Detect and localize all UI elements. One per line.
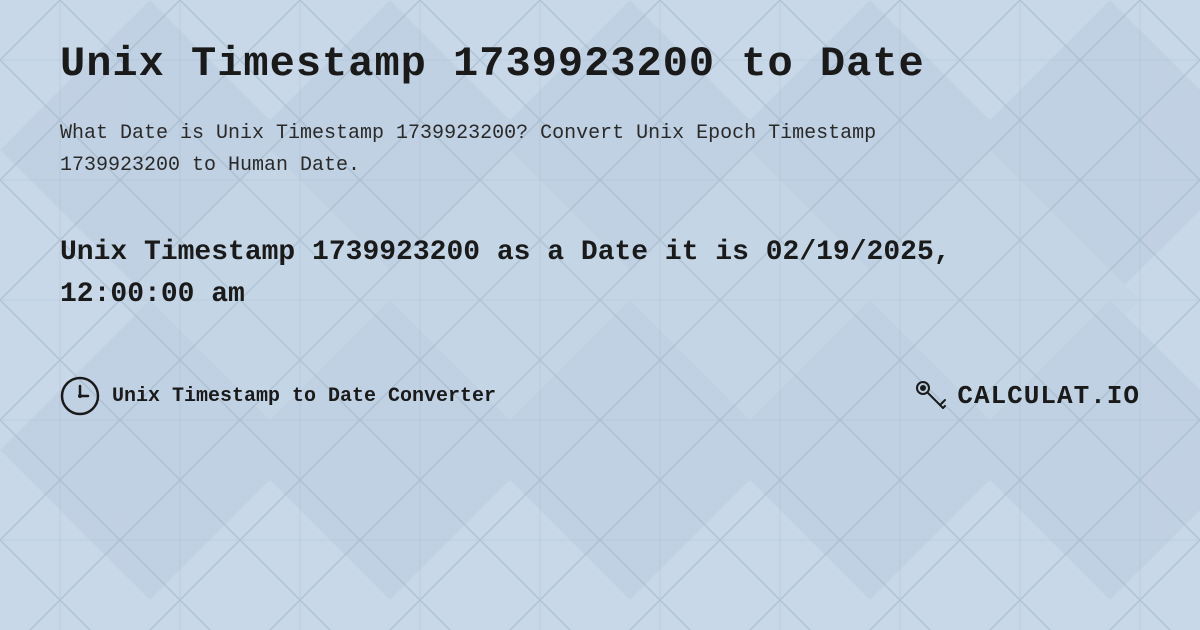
clock-icon xyxy=(60,376,100,416)
footer-left: Unix Timestamp to Date Converter xyxy=(60,376,496,416)
conversion-result: Unix Timestamp 1739923200 as a Date it i… xyxy=(60,232,1010,316)
footer-link[interactable]: Unix Timestamp to Date Converter xyxy=(112,385,496,408)
calculat-logo[interactable]: CALCULAT.IO xyxy=(913,378,1140,414)
main-content: Unix Timestamp 1739923200 to Date What D… xyxy=(0,0,1200,446)
footer: Unix Timestamp to Date Converter CALCULA… xyxy=(60,376,1140,416)
page-title: Unix Timestamp 1739923200 to Date xyxy=(60,40,1140,88)
calculator-icon xyxy=(913,378,949,414)
logo-text: CALCULAT.IO xyxy=(957,381,1140,411)
page-description: What Date is Unix Timestamp 1739923200? … xyxy=(60,118,960,182)
